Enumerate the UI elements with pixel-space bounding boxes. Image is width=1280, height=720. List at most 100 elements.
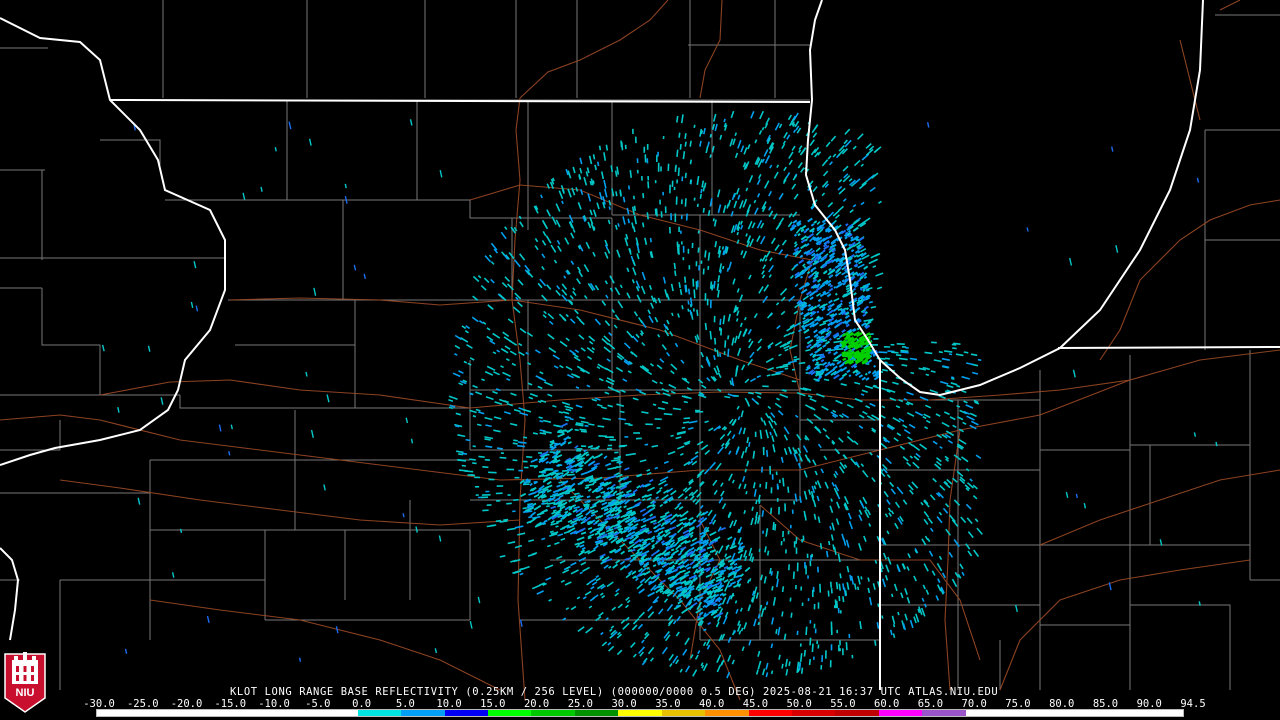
echo-mark — [586, 495, 591, 499]
echo-mark — [803, 265, 807, 269]
echo-mark — [758, 548, 761, 552]
echo-mark — [588, 423, 595, 426]
echo-mark — [719, 564, 725, 568]
echo-mark — [733, 630, 737, 634]
echo-mark — [951, 343, 957, 346]
echo-mark — [822, 249, 826, 253]
echo-mark — [724, 340, 727, 348]
echo-mark — [587, 536, 592, 540]
echo-mark — [552, 509, 557, 513]
echo-mark — [484, 438, 491, 441]
echo-mark — [620, 140, 623, 148]
echo-mark — [770, 670, 774, 675]
echo-mark — [623, 505, 627, 509]
echo-mark — [803, 649, 806, 657]
echo-mark — [546, 505, 550, 508]
echo-mark — [948, 353, 953, 356]
echo-mark — [830, 498, 833, 502]
echo-mark — [855, 342, 860, 347]
echo-mark — [678, 132, 681, 138]
echo-mark — [696, 203, 699, 208]
echo-mark — [713, 355, 716, 360]
echo-mark — [860, 393, 865, 396]
echo-mark — [732, 542, 736, 546]
colorbar-segment — [705, 710, 749, 716]
echo-mark — [707, 141, 710, 147]
colorbar-segment — [792, 710, 836, 716]
echo-mark — [1026, 227, 1029, 232]
echo-mark — [592, 154, 596, 160]
echo-mark — [714, 241, 718, 248]
echo-mark — [721, 246, 725, 250]
echo-mark — [829, 284, 834, 288]
echo-mark — [684, 172, 687, 179]
echo-mark — [752, 450, 756, 459]
echo-mark — [834, 273, 839, 277]
echo-mark — [827, 348, 832, 351]
echo-mark — [674, 561, 678, 565]
echo-mark — [539, 429, 546, 432]
echo-mark — [719, 318, 722, 326]
echo-mark — [963, 351, 969, 354]
echo-mark — [561, 200, 564, 205]
colorbar-segment — [97, 710, 141, 716]
echo-mark — [745, 490, 748, 495]
echo-mark — [796, 667, 799, 674]
echo-mark — [579, 428, 587, 432]
echo-mark — [654, 466, 659, 470]
echo-mark — [1198, 601, 1201, 606]
echo-mark — [574, 492, 580, 496]
echo-mark — [677, 167, 680, 176]
echo-mark — [831, 362, 836, 367]
echo-mark — [580, 430, 587, 433]
echo-mark — [469, 458, 476, 461]
echo-mark — [857, 586, 860, 591]
echo-mark — [853, 332, 858, 337]
echo-mark — [800, 271, 805, 275]
echo-mark — [627, 218, 630, 224]
echo-mark — [585, 453, 590, 457]
echo-mark — [765, 601, 769, 606]
echo-mark — [816, 315, 820, 319]
echo-mark — [646, 468, 651, 472]
echo-mark — [808, 659, 811, 666]
echo-mark — [892, 624, 896, 628]
echo-mark — [693, 564, 697, 568]
echo-mark — [819, 542, 823, 550]
echo-mark — [800, 667, 804, 674]
echo-mark — [736, 231, 739, 236]
echo-mark — [770, 570, 773, 576]
echo-mark — [652, 403, 657, 406]
echo-mark — [1075, 493, 1078, 499]
echo-mark — [521, 408, 526, 411]
echo-mark — [589, 180, 593, 186]
echo-mark — [702, 185, 706, 192]
echo-mark — [544, 509, 549, 513]
echo-mark — [615, 191, 618, 197]
echo-mark — [618, 417, 626, 421]
echo-mark — [642, 222, 645, 228]
echo-mark — [853, 280, 857, 284]
echo-mark — [693, 519, 697, 523]
echo-mark — [689, 309, 692, 316]
echo-mark — [798, 662, 802, 671]
echo-mark — [717, 289, 720, 298]
echo-mark — [863, 275, 868, 280]
echo-mark — [849, 574, 852, 581]
echo-mark — [605, 144, 609, 151]
echo-mark — [838, 583, 841, 591]
colorbar-segment — [270, 710, 315, 716]
echo-mark — [835, 270, 838, 274]
echo-mark — [298, 657, 302, 662]
echo-mark — [514, 545, 520, 549]
echo-mark — [840, 299, 843, 303]
echo-mark — [864, 372, 868, 376]
echo-mark — [748, 441, 751, 447]
echo-mark — [764, 606, 767, 611]
echo-mark — [601, 560, 607, 564]
echo-mark — [646, 212, 649, 220]
echo-mark — [766, 449, 769, 457]
echo-mark — [952, 347, 957, 350]
echo-mark — [733, 562, 738, 566]
echo-mark — [533, 465, 538, 469]
